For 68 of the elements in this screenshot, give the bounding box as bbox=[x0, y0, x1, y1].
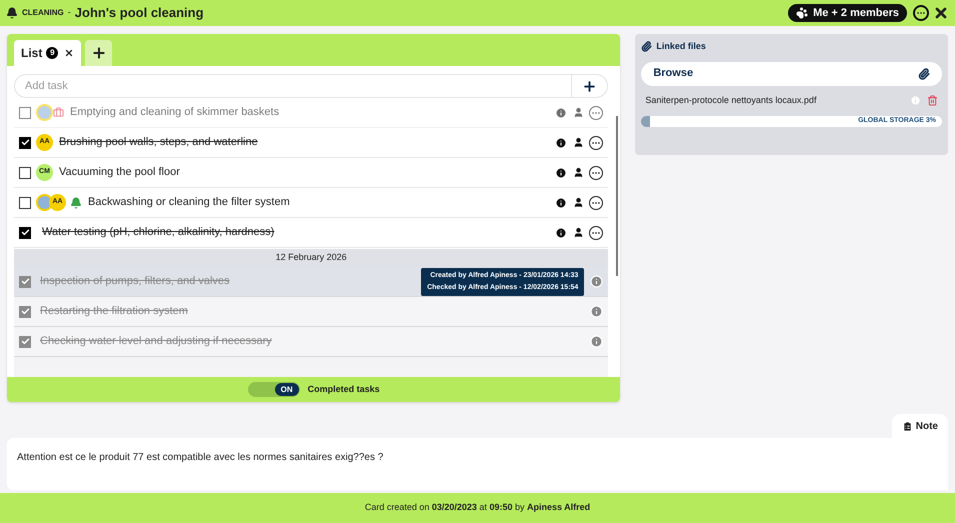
bell-icon bbox=[70, 196, 82, 208]
card-title: John's pool cleaning bbox=[74, 4, 204, 22]
task-checkbox[interactable] bbox=[19, 336, 31, 348]
task-text: Inspection of pumps, filters, and valves bbox=[40, 274, 230, 290]
close-icon[interactable] bbox=[933, 5, 949, 21]
add-tab-button[interactable] bbox=[85, 40, 112, 66]
tab-label: List bbox=[21, 45, 42, 62]
members-button[interactable]: Me + 2 members bbox=[788, 4, 907, 22]
panel-title: Linked files bbox=[656, 40, 706, 53]
paw-icon bbox=[796, 7, 808, 19]
category-label: CLEANING bbox=[22, 7, 64, 19]
more-icon[interactable] bbox=[589, 226, 604, 240]
footer-text: Card created on 03/20/2023 at 09:50 by Apiness Alfred bbox=[364, 501, 590, 514]
toggle-label: Completed tasks bbox=[308, 382, 380, 396]
task-text: Backwashing or cleaning the filter system bbox=[88, 195, 290, 210]
task-checkbox[interactable] bbox=[19, 226, 31, 238]
completed-toggle[interactable]: ON bbox=[248, 382, 300, 397]
check-icon bbox=[20, 337, 30, 346]
task-text: Water testing (pH, chlorine, alkalinity, hardness) bbox=[42, 225, 274, 240]
delete-icon[interactable] bbox=[927, 95, 938, 106]
note-field[interactable]: Attention est ce le produit 77 est compatible avec les normes sanitaires exig??es ? bbox=[7, 438, 948, 490]
check-icon bbox=[20, 277, 30, 286]
note-label: Note bbox=[916, 420, 938, 434]
tab-count: 9 bbox=[46, 47, 58, 59]
clipboard-icon bbox=[902, 420, 913, 432]
user-icon[interactable] bbox=[573, 197, 584, 208]
task-checkbox[interactable] bbox=[19, 276, 31, 288]
task-row[interactable]: Emptying and cleaning of skimmer baskets bbox=[14, 98, 608, 128]
check-icon bbox=[20, 138, 30, 147]
add-task-icon[interactable] bbox=[582, 78, 598, 94]
paperclip-icon bbox=[641, 41, 652, 52]
check-icon bbox=[20, 307, 30, 316]
avatar-placeholder bbox=[36, 194, 53, 211]
task-text: Vacuuming the pool floor bbox=[59, 165, 180, 180]
task-checkbox[interactable] bbox=[19, 106, 31, 118]
check-icon bbox=[20, 228, 30, 237]
avatar-placeholder bbox=[36, 104, 53, 121]
task-text: Emptying and cleaning of skimmer baskets bbox=[70, 105, 280, 120]
file-name[interactable]: Saniterpen-protocole nettoyants locaux.pdf bbox=[645, 94, 910, 108]
close-tab-icon[interactable] bbox=[64, 48, 74, 58]
note-tab[interactable]: Note bbox=[892, 414, 948, 438]
more-button[interactable] bbox=[913, 5, 929, 21]
paperclip-icon bbox=[918, 68, 930, 80]
task-checkbox[interactable] bbox=[19, 136, 31, 148]
add-task-input[interactable]: Add task bbox=[15, 78, 572, 94]
more-icon[interactable] bbox=[589, 166, 604, 180]
separator: - bbox=[68, 6, 71, 20]
more-icon[interactable] bbox=[589, 196, 604, 210]
scrollbar-thumb[interactable] bbox=[616, 116, 618, 276]
user-icon[interactable] bbox=[573, 227, 584, 238]
task-checkbox[interactable] bbox=[19, 196, 31, 208]
toolbox-icon bbox=[53, 107, 64, 118]
user-icon[interactable] bbox=[573, 167, 584, 178]
note-text: Attention est ce le produit 77 est compatible avec les normes sanitaires exig??es ? bbox=[17, 452, 384, 463]
add-task-field[interactable]: Add task bbox=[14, 74, 608, 98]
plus-icon bbox=[90, 45, 107, 61]
task-row[interactable]: Water testing (pH, chlorine, alkalinity, hardness) bbox=[14, 218, 608, 248]
task-text: Restarting the filtration system bbox=[40, 304, 188, 320]
task-text: Brushing pool walls, steps, and waterline bbox=[59, 135, 258, 150]
user-icon[interactable] bbox=[573, 137, 584, 148]
task-checkbox[interactable] bbox=[19, 306, 31, 318]
toggle-state: ON bbox=[274, 383, 299, 396]
list-tab[interactable]: List 9 bbox=[14, 40, 82, 66]
date-header: 12 February 2026 bbox=[14, 249, 608, 267]
browse-button[interactable]: Browse bbox=[641, 62, 942, 86]
task-checkbox[interactable] bbox=[19, 166, 31, 178]
more-icon[interactable] bbox=[589, 136, 604, 150]
task-text: Checking water level and adjusting if necessary bbox=[40, 334, 272, 350]
